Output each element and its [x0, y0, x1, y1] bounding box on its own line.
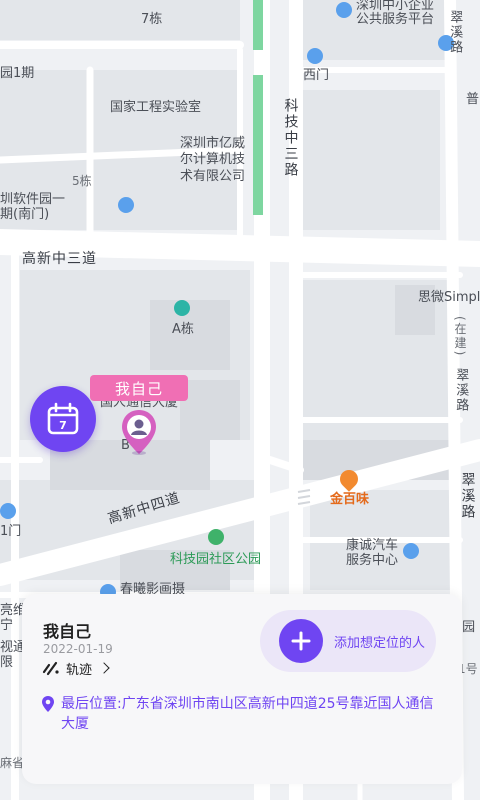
- last-update-date: 2022-01-19: [43, 642, 113, 656]
- label-bldg-7: 7栋: [141, 12, 163, 27]
- person-marker-label[interactable]: 我自己: [90, 375, 188, 401]
- person-info-card[interactable]: 我自己 2022-01-19 轨迹 添加想定位的人 最后位置:广东省深圳市南山区…: [22, 594, 462, 784]
- add-person-label: 添加想定位的人: [334, 636, 426, 651]
- plus-icon: [279, 619, 323, 663]
- west-gate-poi-icon: [307, 48, 323, 64]
- track-label: 轨迹: [66, 662, 93, 678]
- chevron-right-icon: [98, 662, 110, 674]
- label-mage: 麻省: [0, 756, 25, 770]
- add-person-button[interactable]: 添加想定位的人: [260, 610, 436, 672]
- calendar-day: 7: [59, 419, 67, 432]
- label-gate-1: 1门: [0, 524, 22, 539]
- kangcheng-poi-icon: [403, 543, 419, 559]
- label-gaoxinzhongsan-road: 高新中三道: [22, 251, 97, 267]
- a-building-poi-icon: [174, 300, 190, 316]
- label-kangcheng-1: 康诚汽车: [346, 538, 399, 553]
- label-ning: 宁: [0, 618, 14, 633]
- person-name: 我自己: [43, 622, 92, 641]
- label-cuixi-road-mid: 翠溪路: [453, 368, 469, 413]
- label-kangcheng-2: 服务中心: [346, 553, 399, 568]
- person-location-pin-icon[interactable]: [120, 408, 158, 456]
- gate-poi-icon: [0, 503, 16, 519]
- label-software-park-1: 圳软件园一: [0, 192, 66, 207]
- label-sme-service-2: 公共服务平台: [356, 12, 435, 27]
- calendar-button[interactable]: 7: [30, 386, 96, 452]
- label-yiweier: 深圳市亿威尔计算机技术有限公司: [180, 136, 246, 184]
- label-under-construction: (在建): [453, 316, 467, 358]
- track-link[interactable]: 轨迹: [42, 658, 110, 678]
- label-keji-park: 科技园社区公园: [170, 552, 262, 567]
- label-simpl: 思微Simpl: [418, 290, 480, 305]
- label-national-lab: 国家工程实验室: [110, 100, 202, 115]
- label-xian: 限: [0, 655, 14, 670]
- label-park-1: 园1期: [0, 66, 35, 81]
- label-pu: 普: [466, 92, 480, 107]
- track-icon: [42, 661, 59, 676]
- label-west-gate: 西门: [303, 68, 330, 83]
- software-park-poi-icon: [118, 197, 134, 213]
- label-jinbaiwei: 金百味: [330, 492, 370, 507]
- location-pin-icon: [42, 696, 54, 712]
- last-location-text: 最后位置:广东省深圳市南山区高新中四道25号靠近国人通信大厦: [61, 696, 434, 732]
- sme-service-poi-icon: [336, 2, 352, 18]
- last-location-row: 最后位置:广东省深圳市南山区高新中四道25号靠近国人通信大厦: [41, 694, 441, 734]
- label-cuixi-road-low: 翠溪路: [459, 472, 476, 520]
- calendar-icon: 7: [47, 402, 79, 435]
- label-a-building: A栋: [172, 322, 194, 337]
- label-bldg-5: 5栋: [72, 174, 92, 188]
- label-cuixi-road-top: 翠溪路: [447, 10, 463, 55]
- park-poi-icon: [208, 529, 224, 545]
- label-kejizhongsan-road: 科技中三路: [282, 98, 299, 178]
- label-software-park-2: 期(南门): [0, 207, 50, 222]
